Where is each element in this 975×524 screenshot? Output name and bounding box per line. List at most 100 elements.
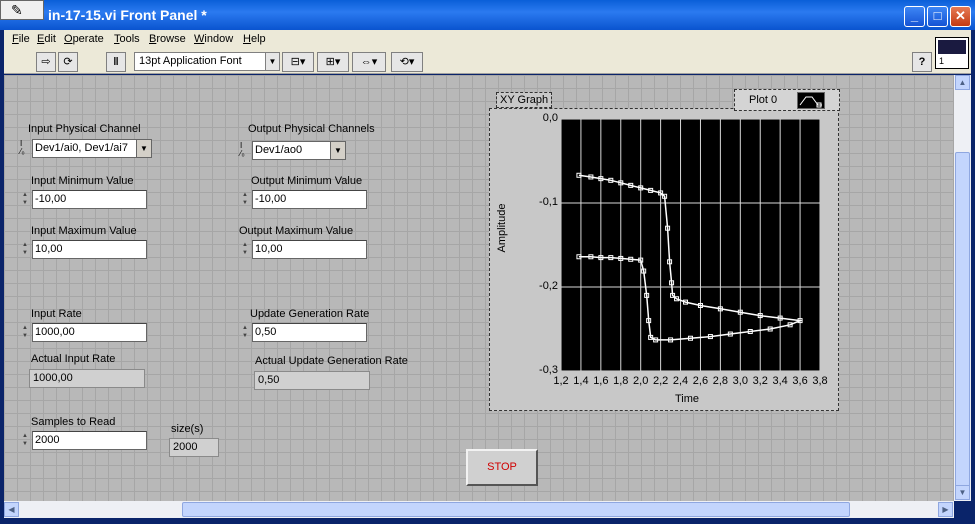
input-physical-channel-control[interactable]: I ⁄₀ Dev1/ai0, Dev1/ai7 ▼: [20, 139, 152, 158]
increment-spinner-icon[interactable]: ▲ ▼: [240, 241, 250, 258]
input-physical-channel-value: Dev1/ai0, Dev1/ai7: [35, 142, 128, 154]
stop-button[interactable]: STOP: [466, 449, 538, 486]
menu-operate-label: perate: [72, 33, 104, 45]
output-maximum-value-label: Output Maximum Value: [239, 225, 354, 237]
horizontal-scrollbar[interactable]: ◀ ▶: [4, 501, 954, 518]
input-minimum-value-label: Input Minimum Value: [31, 175, 134, 187]
xy-graph-caption: XY Graph: [496, 92, 553, 108]
run-button[interactable]: ⇨: [36, 52, 56, 72]
menu-tools[interactable]: Tools: [114, 33, 140, 45]
run-continuously-button[interactable]: ⟳: [58, 52, 78, 72]
maximize-button[interactable]: □: [927, 6, 948, 27]
increment-spinner-icon[interactable]: ▲ ▼: [20, 324, 30, 341]
distribute-objects-icon: ⊞▾: [325, 56, 341, 68]
increment-spinner-icon[interactable]: ▲ ▼: [20, 191, 30, 208]
font-selector-value: 13pt Application Font: [139, 55, 242, 67]
increment-spinner-icon[interactable]: ▲ ▼: [240, 324, 250, 341]
input-minimum-value-field[interactable]: -10,00: [32, 190, 147, 209]
vi-connector-icon[interactable]: 1: [935, 37, 969, 69]
menu-browse-label: rowse: [156, 33, 186, 45]
plot-svg: [561, 119, 820, 371]
menu-tools-label: ools: [119, 33, 140, 45]
align-objects-button[interactable]: ⊟▾: [282, 52, 314, 72]
update-generation-rate-label: Update Generation Rate: [250, 308, 370, 320]
pencil-icon: ✎: [11, 2, 23, 18]
vi-icon-number: 1: [939, 56, 945, 66]
y-tick-label: -0,3: [539, 364, 558, 376]
size-label: size(s): [171, 423, 204, 435]
window-bottom-border: [0, 518, 975, 524]
vertical-scrollbar[interactable]: ▲ ▼: [954, 75, 971, 501]
update-generation-rate-field[interactable]: 0,50: [252, 323, 367, 342]
chevron-down-icon[interactable]: ▼: [136, 140, 151, 157]
window-title: in-17-15.vi Front Panel *: [48, 7, 207, 23]
x-axis-label: Time: [675, 393, 700, 405]
input-rate-field[interactable]: 1000,00: [32, 323, 147, 342]
input-rate-control[interactable]: ▲ ▼ 1000,00: [20, 323, 148, 342]
output-minimum-value-field[interactable]: -10,00: [252, 190, 367, 209]
input-maximum-value-field[interactable]: 10,00: [32, 240, 147, 259]
pause-button[interactable]: ‖: [106, 52, 126, 72]
align-objects-icon: ⊟▾: [290, 56, 306, 68]
output-maximum-value-field[interactable]: 10,00: [252, 240, 367, 259]
increment-spinner-icon[interactable]: ▲ ▼: [20, 241, 30, 258]
scroll-left-arrow-icon[interactable]: ◀: [4, 502, 19, 517]
menu-window[interactable]: Window: [194, 33, 233, 45]
menu-help[interactable]: Help: [243, 33, 266, 45]
reorder-icon: ⟲▾: [399, 56, 415, 68]
labview-app-icon[interactable]: ✎: [0, 0, 44, 20]
output-physical-channels-value: Dev1/ao0: [255, 144, 303, 156]
scroll-down-arrow-icon[interactable]: ▼: [955, 485, 970, 500]
minimize-button[interactable]: _: [904, 6, 925, 27]
input-physical-channel-field[interactable]: Dev1/ai0, Dev1/ai7 ▼: [32, 139, 152, 158]
context-help-button[interactable]: ?: [912, 52, 932, 72]
menu-window-label: indow: [204, 33, 234, 45]
scroll-right-arrow-icon[interactable]: ▶: [938, 502, 953, 517]
menu-edit[interactable]: Edit: [37, 33, 56, 45]
output-physical-channels-field[interactable]: Dev1/ao0 ▼: [252, 141, 346, 160]
io-icon: I ⁄₀: [240, 141, 245, 158]
update-generation-rate-control[interactable]: ▲ ▼ 0,50: [240, 323, 368, 342]
reorder-button[interactable]: ⟲▾: [391, 52, 423, 72]
increment-spinner-icon[interactable]: ▲ ▼: [20, 432, 30, 449]
y-tick-label: 0,0: [542, 112, 558, 124]
y-axis-label: Amplitude: [496, 203, 508, 253]
plot-legend[interactable]: Plot 0: [734, 89, 840, 111]
help-label: ?: [918, 56, 926, 68]
font-selector[interactable]: 13pt Application Font ▼: [134, 52, 280, 71]
chevron-down-icon[interactable]: ▼: [330, 142, 345, 159]
resize-objects-button[interactable]: ⇔▾: [352, 52, 386, 72]
samples-to-read-control[interactable]: ▲ ▼ 2000: [20, 431, 148, 450]
toolbar: ⇨ ⟳ ‖ 13pt Application Font ▼ ⊟▾ ⊞▾ ⇔▾ ⟲…: [4, 50, 971, 74]
menu-file[interactable]: File: [12, 33, 30, 45]
vertical-scroll-thumb[interactable]: [955, 152, 970, 499]
actual-update-generation-rate-label: Actual Update Generation Rate: [255, 355, 408, 367]
pause-icon: ‖: [113, 56, 119, 68]
output-maximum-value-control[interactable]: ▲ ▼ 10,00: [240, 240, 368, 259]
resize-objects-icon: ⇔▾: [360, 56, 378, 68]
input-maximum-value-control[interactable]: ▲ ▼ 10,00: [20, 240, 148, 259]
menu-browse[interactable]: Browse: [149, 33, 186, 45]
scroll-up-arrow-icon[interactable]: ▲: [955, 75, 970, 90]
plot-area[interactable]: [561, 119, 820, 371]
plot-line-style-icon: [797, 92, 825, 109]
menu-operate[interactable]: Operate: [64, 33, 104, 45]
distribute-objects-button[interactable]: ⊞▾: [317, 52, 349, 72]
title-bar: ✎ in-17-15.vi Front Panel * _ □ ✕: [0, 0, 975, 30]
increment-spinner-icon[interactable]: ▲ ▼: [240, 191, 250, 208]
output-minimum-value-label: Output Minimum Value: [251, 175, 363, 187]
x-tick-label: 3,8: [812, 375, 828, 387]
actual-update-generation-rate-indicator: 0,50: [254, 371, 370, 390]
series-line: [578, 174, 803, 341]
input-minimum-value-control[interactable]: ▲ ▼ -10,00: [20, 190, 148, 209]
output-minimum-value-control[interactable]: ▲ ▼ -10,00: [240, 190, 368, 209]
horizontal-scroll-thumb[interactable]: [182, 502, 850, 517]
output-physical-channels-control[interactable]: I ⁄₀ Dev1/ao0 ▼: [240, 141, 346, 160]
vi-icon-screen: [938, 40, 966, 54]
close-button[interactable]: ✕: [950, 6, 971, 27]
menu-file-label: ile: [18, 33, 30, 45]
samples-to-read-field[interactable]: 2000: [32, 431, 147, 450]
size-indicator: 2000: [169, 438, 219, 457]
actual-input-rate-label: Actual Input Rate: [31, 353, 116, 365]
run-arrow-icon: ⇨: [41, 56, 51, 68]
